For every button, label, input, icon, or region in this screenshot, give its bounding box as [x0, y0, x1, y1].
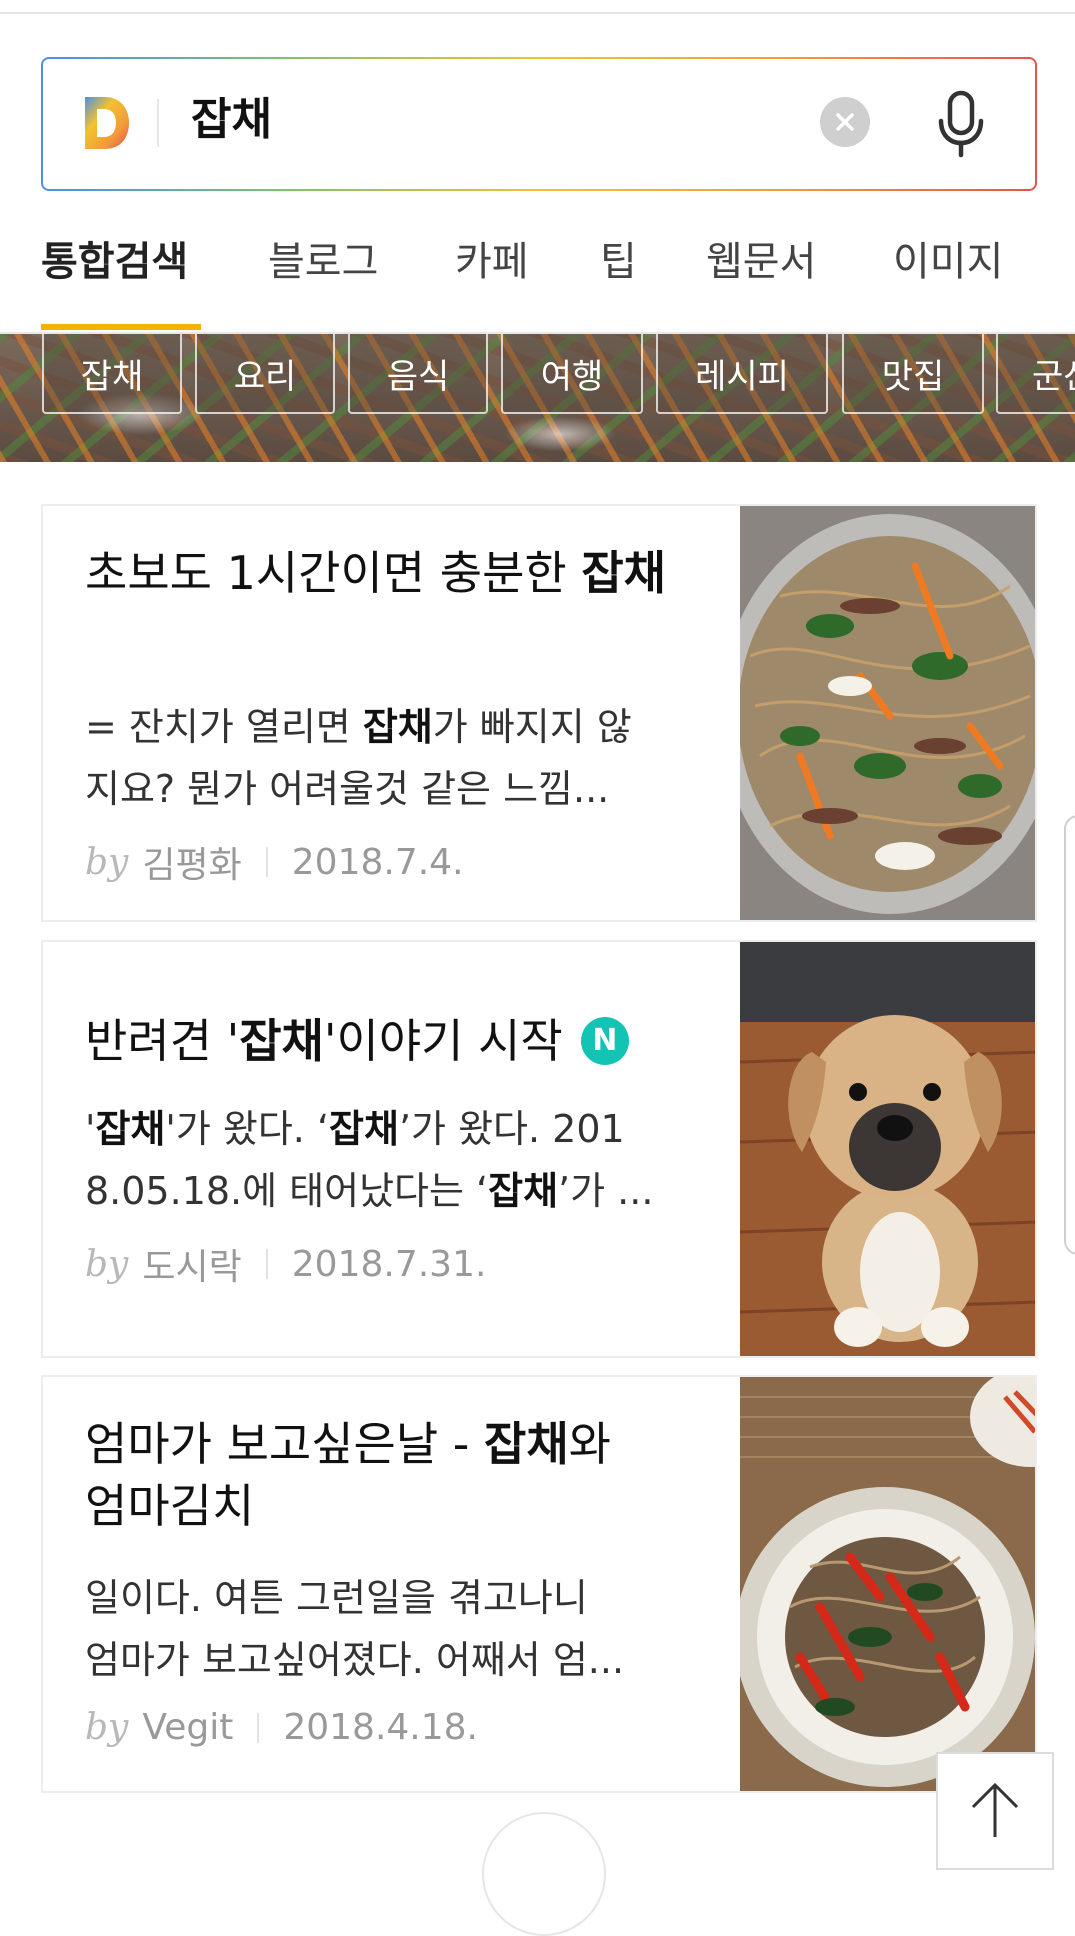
- result-snippet: 일이다. 여튼 그런일을 겪고나니 엄마가 보고싶어졌다. 어째서 엄...: [85, 1576, 625, 1682]
- chip-keyword[interactable]: 맛집: [842, 334, 984, 414]
- search-bar[interactable]: 잡채: [41, 57, 1037, 191]
- chip-keyword[interactable]: 음식: [348, 334, 488, 414]
- tab-tip[interactable]: 팁: [600, 228, 637, 328]
- meta-divider: [257, 1712, 260, 1743]
- post-date: 2018.4.18.: [283, 1707, 479, 1748]
- search-tabs: 통합검색 블로그 카페 팁 웹문서 이미지: [0, 228, 1075, 332]
- result-title[interactable]: 초보도 1시간이면 충분한 잡채: [85, 542, 685, 604]
- result-thumbnail-japchae-image[interactable]: [740, 506, 1037, 922]
- meta-divider: [265, 1249, 268, 1279]
- post-date: 2018.7.31.: [291, 1243, 487, 1285]
- result-snippet: '잡채'가 왔다. ‘잡채’가 왔다. 201 8.05.18.에 태어났다는 …: [85, 1107, 654, 1213]
- chip-keyword[interactable]: 잡채: [42, 334, 182, 414]
- status-divider: [0, 12, 1075, 14]
- by-label: by: [85, 841, 129, 883]
- bottom-floating-button[interactable]: [482, 1812, 606, 1936]
- result-meta: by 도시락 2018.7.31.: [85, 1238, 486, 1290]
- tab-web-documents[interactable]: 웹문서: [706, 228, 816, 328]
- author-name[interactable]: 김평화: [142, 836, 241, 888]
- post-date: 2018.7.4.: [291, 841, 464, 883]
- related-keywords-strip: 잡채 요리 음식 여행 레시피 맛집 군산: [0, 334, 1075, 462]
- chip-keyword[interactable]: 레시피: [656, 334, 828, 414]
- chip-keyword[interactable]: 요리: [195, 334, 335, 414]
- tab-integrated-search[interactable]: 통합검색: [41, 228, 188, 328]
- clear-search-button[interactable]: [820, 97, 870, 147]
- result-title[interactable]: 반려견 '잡채'이야기 시작 N: [85, 1010, 685, 1072]
- author-name[interactable]: Vegit: [142, 1707, 233, 1748]
- result-thumbnail-puppy-image[interactable]: [740, 942, 1037, 1358]
- author-name[interactable]: 도시락: [142, 1238, 241, 1290]
- result-title[interactable]: 엄마가 보고싶은날 - 잡채와 엄마김치: [85, 1413, 685, 1537]
- by-label: by: [85, 1243, 129, 1285]
- result-meta: by Vegit 2018.4.18.: [85, 1707, 478, 1748]
- meta-divider: [265, 847, 268, 877]
- search-input[interactable]: 잡채: [191, 85, 272, 155]
- microphone-icon[interactable]: [933, 89, 989, 161]
- close-icon: [836, 113, 854, 131]
- result-card[interactable]: 초보도 1시간이면 충분한 잡채 = 잔치가 열리면 잡채가 빠지지 않 지요?…: [41, 504, 1037, 922]
- new-badge: N: [580, 1016, 629, 1065]
- scroll-to-top-button[interactable]: [936, 1752, 1054, 1870]
- logo-divider: [157, 99, 159, 147]
- result-thumbnail-japchae-kimchi-image[interactable]: [740, 1377, 1037, 1793]
- active-tab-indicator: [41, 324, 201, 330]
- chip-keyword[interactable]: 여행: [501, 334, 643, 414]
- result-card[interactable]: 엄마가 보고싶은날 - 잡채와 엄마김치 일이다. 여튼 그런일을 겪고나니 엄마…: [41, 1375, 1037, 1793]
- by-label: by: [85, 1707, 129, 1748]
- daum-logo-icon[interactable]: [83, 93, 131, 153]
- result-meta: by 김평화 2018.7.4.: [85, 836, 464, 888]
- result-snippet: = 잔치가 열리면 잡채가 빠지지 않 지요? 뭔가 어려울것 같은 느낌...: [85, 705, 632, 811]
- scroll-handle[interactable]: [1064, 815, 1075, 1255]
- tab-blog[interactable]: 블로그: [268, 228, 378, 328]
- tab-images[interactable]: 이미지: [893, 228, 1003, 328]
- chip-keyword[interactable]: 군산: [996, 334, 1075, 414]
- arrow-up-icon: [971, 1782, 1019, 1837]
- tab-cafe[interactable]: 카페: [455, 228, 529, 328]
- result-card[interactable]: 반려견 '잡채'이야기 시작 N '잡채'가 왔다. ‘잡채’가 왔다. 201 …: [41, 940, 1037, 1358]
